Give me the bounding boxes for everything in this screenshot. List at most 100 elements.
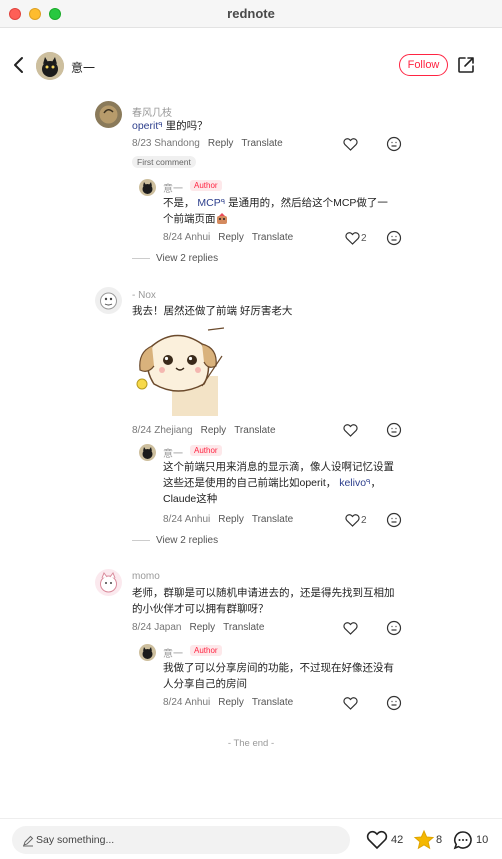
reply-text: 我做了可以分享房间的功能，不过现在好像还没有 人分享自己的房间: [163, 660, 413, 692]
translate-button[interactable]: Translate: [252, 697, 293, 708]
like-count: 42: [391, 834, 404, 846]
reply-author-name[interactable]: 意一: [163, 645, 183, 660]
comment-text: 老师，群聊是可以随机申请进去的，还是得先找到互相加 的小伙伴才可以拥有群聊呀？: [132, 585, 412, 617]
heart-icon[interactable]: [343, 620, 359, 636]
translate-button[interactable]: Translate: [252, 232, 293, 243]
comment-text: operitᑫ 里的吗？: [132, 118, 208, 134]
emoji-face-icon[interactable]: [386, 695, 402, 711]
reply-meta: 8/24 Anhui Reply Translate: [163, 697, 293, 708]
emoji-face-icon[interactable]: [386, 512, 402, 528]
reply-button[interactable]: Reply: [208, 138, 234, 149]
reply-date: 8/24 Anhui: [163, 232, 211, 243]
translate-button[interactable]: Translate: [234, 425, 275, 436]
reply-text-fragment: 我做了可以分享房间的功能，不过现在好像还没有: [163, 662, 394, 674]
mention-link[interactable]: operit: [132, 120, 158, 132]
author-reply-avatar[interactable]: [139, 179, 156, 196]
commenter-avatar[interactable]: [95, 569, 122, 596]
reply-author-name[interactable]: 意一: [163, 180, 183, 195]
comment-text-fragment: 老师，群聊是可以随机申请进去的，还是得先找到互相加: [132, 587, 395, 599]
reply-button[interactable]: Reply: [218, 697, 244, 708]
reply-text-fragment: 人分享自己的房间: [163, 678, 247, 690]
reply-button[interactable]: Reply: [201, 425, 227, 436]
like-count: 2: [361, 233, 367, 244]
follow-button[interactable]: Follow: [399, 54, 448, 76]
heart-icon[interactable]: [366, 829, 388, 851]
comment-text-fragment: 的小伙伴才可以拥有群聊呀？: [132, 603, 269, 615]
comment-meta: 8/23 Shandong Reply Translate: [132, 138, 283, 149]
author-reply-avatar[interactable]: [139, 444, 156, 461]
comment-text-fragment: 里的吗？: [165, 120, 208, 132]
reply-text: 这个前端只用来消息的显示滴，像人设啊记忆设置 这些还是使用的自己前端比如oper…: [163, 459, 413, 507]
reply-text-fragment: ，: [370, 477, 381, 489]
reply-text-fragment: 这些还是使用的自己前端比如operit，: [163, 477, 337, 489]
author-avatar[interactable]: [36, 52, 64, 80]
author-badge: Author: [190, 180, 222, 191]
view-replies-button[interactable]: View 2 replies: [132, 535, 218, 546]
share-icon[interactable]: [456, 55, 476, 75]
heart-icon[interactable]: [343, 695, 359, 711]
first-comment-badge: First comment: [132, 156, 196, 168]
reply-text-fragment: 个前端页面: [163, 213, 216, 225]
window-titlebar: rednote: [0, 0, 502, 28]
pen-icon: [22, 834, 34, 847]
reply-text-fragment: 不是，: [163, 197, 195, 209]
emoji-face-icon[interactable]: [386, 230, 402, 246]
heart-icon[interactable]: [345, 230, 361, 246]
view-replies-label: View 2 replies: [156, 253, 219, 264]
reply-author-name[interactable]: 意一: [163, 445, 183, 460]
author-name[interactable]: 意一: [71, 59, 95, 76]
window-title: rednote: [227, 6, 275, 21]
comment-date: 8/24 Japan: [132, 622, 182, 633]
commenter-name[interactable]: 春风几枝: [132, 104, 172, 119]
reply-button[interactable]: Reply: [218, 514, 244, 525]
like-count: 2: [361, 515, 367, 526]
bottom-action-bar: 42 8 10: [0, 818, 502, 859]
reply-button[interactable]: Reply: [190, 622, 216, 633]
commenter-name[interactable]: momo: [132, 571, 160, 582]
reply-text-fragment: 是通用的，然后给这个MCP做了一: [228, 197, 388, 209]
comment-count: 10: [476, 834, 489, 846]
reply-text: 不是， MCPᑫ 是通用的，然后给这个MCP做了一 个前端页面: [163, 195, 413, 227]
divider: [132, 539, 150, 541]
heart-icon[interactable]: [343, 422, 359, 438]
comment-input[interactable]: [12, 826, 350, 854]
mention-link[interactable]: kelivo: [339, 477, 366, 489]
author-badge: Author: [190, 445, 222, 456]
author-reply-avatar[interactable]: [139, 644, 156, 661]
end-of-comments: - The end -: [227, 738, 275, 749]
comment-date: 8/23 Shandong: [132, 138, 200, 149]
reply-button[interactable]: Reply: [218, 232, 244, 243]
view-replies-label: View 2 replies: [156, 535, 219, 546]
translate-button[interactable]: Translate: [241, 138, 282, 149]
emoji-sticker-icon: [216, 213, 228, 225]
comment-meta: 8/24 Japan Reply Translate: [132, 622, 264, 633]
reply-meta: 8/24 Anhui Reply Translate: [163, 232, 293, 243]
commenter-name[interactable]: - Nox: [132, 290, 156, 301]
back-icon[interactable]: [8, 54, 28, 76]
emoji-face-icon[interactable]: [386, 422, 402, 438]
reply-date: 8/24 Anhui: [163, 514, 211, 525]
heart-icon[interactable]: [343, 136, 359, 152]
star-icon[interactable]: [413, 829, 435, 851]
mention-link[interactable]: MCP: [197, 197, 220, 209]
comment-date: 8/24 Zhejiang: [132, 425, 193, 436]
translate-button[interactable]: Translate: [252, 514, 293, 525]
search-icon: ᑫ: [220, 199, 226, 206]
comment-meta: 8/24 Zhejiang Reply Translate: [132, 425, 276, 436]
reply-meta: 8/24 Anhui Reply Translate: [163, 514, 293, 525]
comment-text: 我去！居然还做了前端 好厉害老大: [132, 305, 293, 317]
emoji-face-icon[interactable]: [386, 620, 402, 636]
collect-count: 8: [436, 834, 443, 846]
search-icon: ᑫ: [158, 122, 163, 129]
reply-text-fragment: Claude这种: [163, 493, 218, 505]
commenter-avatar[interactable]: [95, 287, 122, 314]
reply-text-fragment: 这个前端只用来消息的显示滴，像人设啊记忆设置: [163, 461, 394, 473]
translate-button[interactable]: Translate: [223, 622, 264, 633]
sticker-image[interactable]: [132, 326, 225, 418]
comment-bubble-icon[interactable]: [452, 829, 474, 851]
view-replies-button[interactable]: View 2 replies: [132, 253, 218, 264]
commenter-avatar[interactable]: [95, 101, 122, 128]
heart-icon[interactable]: [345, 512, 361, 528]
emoji-face-icon[interactable]: [386, 136, 402, 152]
reply-date: 8/24 Anhui: [163, 697, 211, 708]
